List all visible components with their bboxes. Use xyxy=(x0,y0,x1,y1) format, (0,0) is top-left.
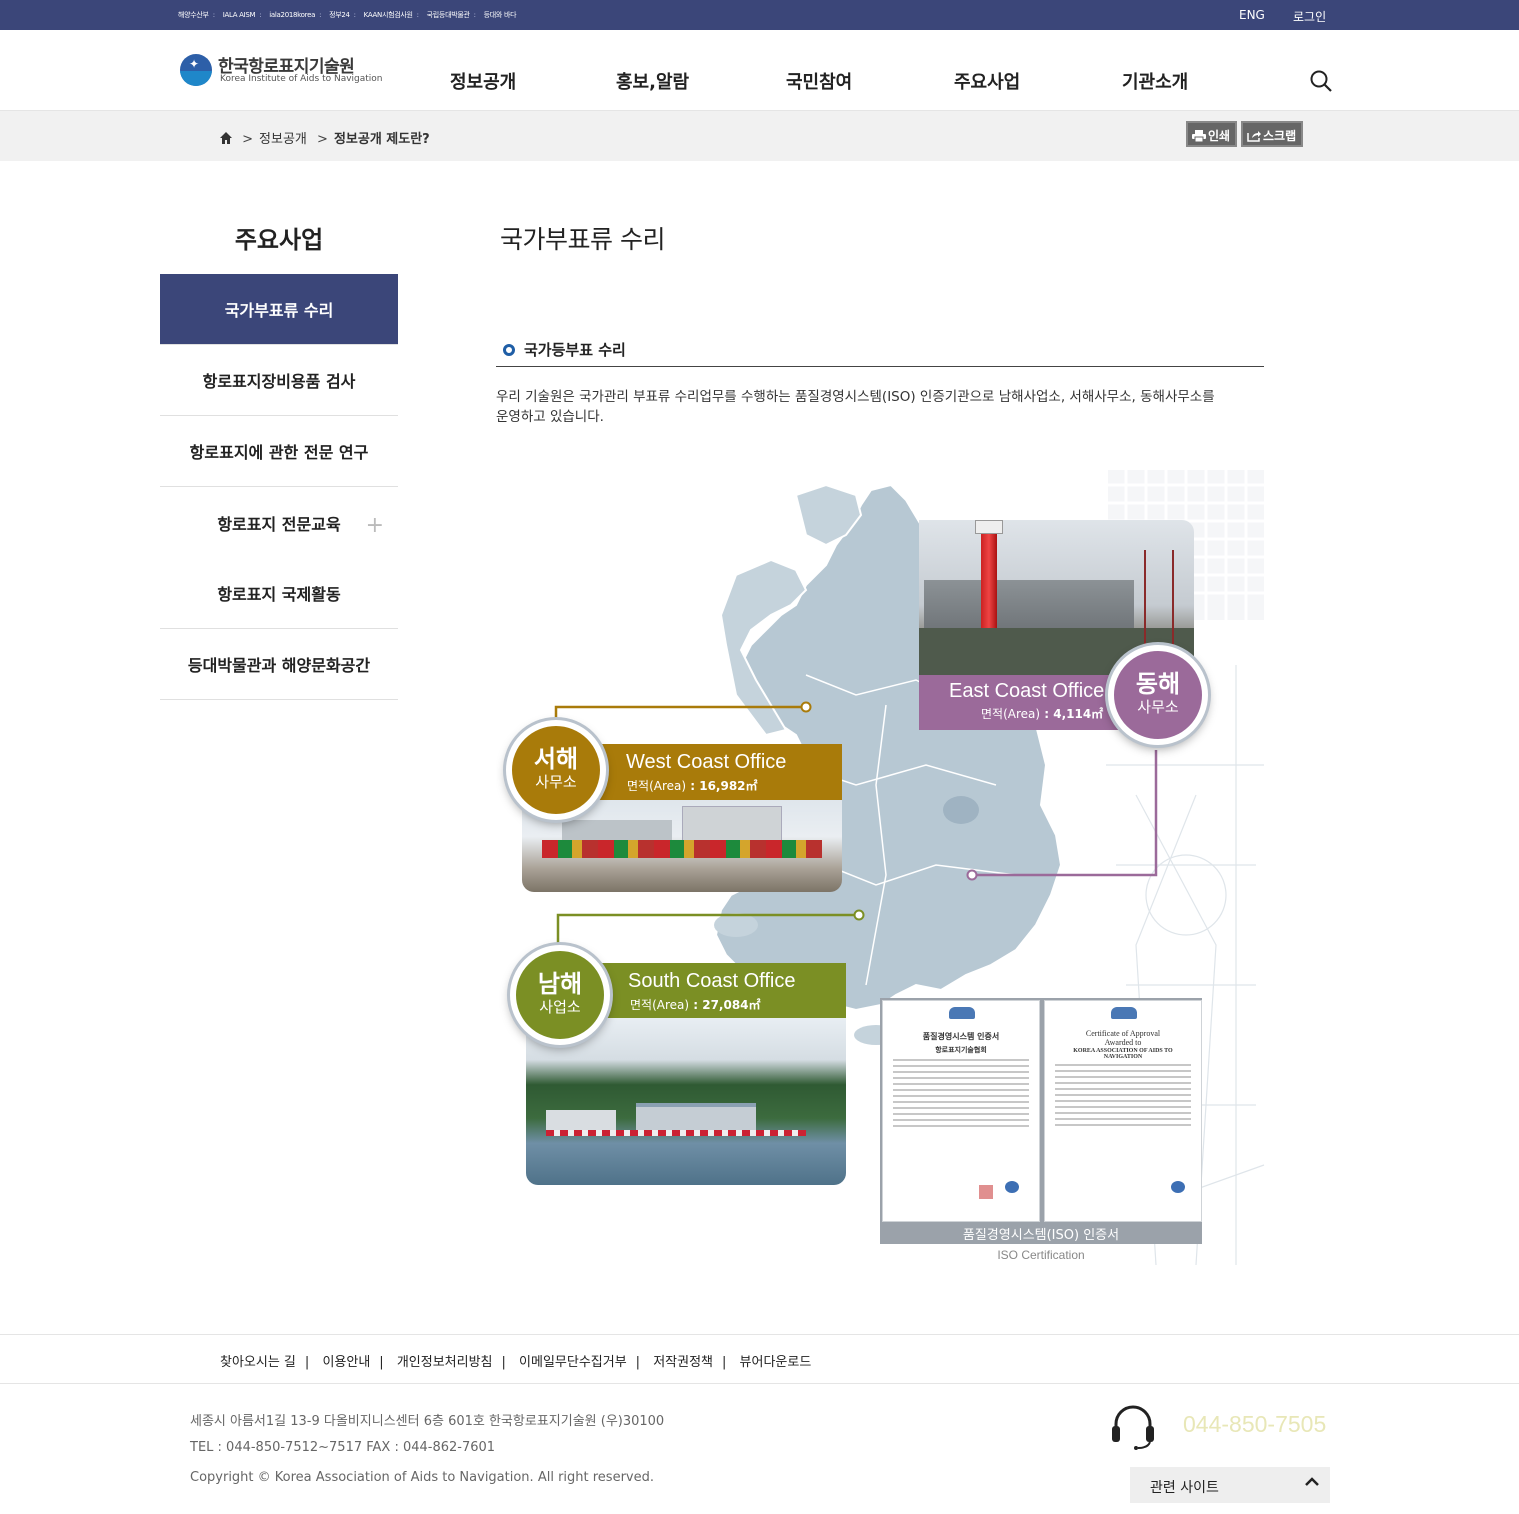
scrap-label: 스크랩 xyxy=(1263,129,1297,143)
family-link[interactable]: iala2018korea xyxy=(269,11,315,19)
footer-copyright: Copyright © Korea Association of Aids to… xyxy=(190,1470,654,1485)
nav-participation[interactable]: 국민참여 xyxy=(786,68,852,94)
sidebar-title: 주요사업 xyxy=(234,226,324,254)
expand-plus-icon[interactable]: + xyxy=(366,513,384,538)
footer-tel: TEL : 044-850-7512~7517 FAX : 044-862-76… xyxy=(190,1440,496,1455)
family-link[interactable]: 등대와 바다 xyxy=(484,11,517,19)
west-office-badge: 서해 사무소 xyxy=(506,720,606,820)
sidebar-item-label: 등대박물관과 해양문화공간 xyxy=(187,656,371,675)
family-link[interactable]: KAAN시험검사원 xyxy=(364,11,413,19)
nav-about[interactable]: 기관소개 xyxy=(1122,68,1188,94)
east-office-badge: 동해 사무소 xyxy=(1108,645,1208,745)
south-office-name: South Coast Office xyxy=(628,970,796,992)
sidebar-item-research[interactable]: 항로표지에 관한 전문 연구 xyxy=(160,416,398,487)
eng-link[interactable]: ENG xyxy=(1239,8,1265,22)
sidebar-item-international[interactable]: 항로표지 국제활동 xyxy=(160,558,398,629)
scrap-button[interactable]: 스크랩 xyxy=(1241,121,1304,147)
south-office-photo xyxy=(526,1018,846,1185)
sidebar-item-label: 항로표지 국제활동 xyxy=(217,585,341,604)
sidebar-menu: 국가부표류 수리 항로표지장비용품 검사 항로표지에 관한 전문 연구 항로표지… xyxy=(160,274,398,700)
login-link[interactable]: 로그인 xyxy=(1293,8,1326,25)
footer-link-privacy[interactable]: 개인정보처리방침 xyxy=(397,1355,493,1370)
footer-link-usage[interactable]: 이용안내 xyxy=(322,1355,370,1370)
sidebar-item-museum[interactable]: 등대박물관과 해양문화공간 xyxy=(160,629,398,700)
south-office-area: 면적(Area) : 27,084㎡ xyxy=(630,998,761,1012)
sidebar-item-label: 항로표지에 관한 전문 연구 xyxy=(189,443,369,462)
share-icon xyxy=(1247,131,1261,142)
iso-certificates: 품질경영시스템 인증서 항로표지기술협회 Certificate of Appr… xyxy=(880,998,1202,1244)
family-link[interactable]: 해양수산부 xyxy=(178,11,209,19)
breadcrumb-current: 정보공개 제도란? xyxy=(333,132,430,147)
page-title: 국가부표류 수리 xyxy=(500,225,665,254)
top-utility-bar: 해양수산부: IALA AISM: iala2018korea: 정부24: K… xyxy=(0,0,1519,30)
printer-icon xyxy=(1192,130,1206,142)
certificate-caption: 품질경영시스템(ISO) 인증서 xyxy=(962,1228,1120,1243)
section-heading: 국가등부표 수리 xyxy=(496,338,1264,367)
sidebar-item-label: 항로표지 전문교육 xyxy=(217,514,341,534)
sidebar-item-inspection[interactable]: 항로표지장비용품 검사 xyxy=(160,345,398,416)
sidebar-item-education[interactable]: 항로표지 전문교육 + xyxy=(160,487,398,558)
footer-link-viewer[interactable]: 뷰어다운로드 xyxy=(740,1355,812,1370)
korean-certificate: 품질경영시스템 인증서 항로표지기술협회 xyxy=(882,1000,1040,1222)
breadcrumb: > 정보공개 > 정보공개 제도란? xyxy=(220,128,430,147)
sidebar-item-label: 항로표지장비용품 검사 xyxy=(202,372,356,391)
nav-promo[interactable]: 홍보,알람 xyxy=(616,68,689,94)
south-office-badge: 남해 사업소 xyxy=(510,945,610,1045)
related-sites-dropdown[interactable]: 관련 사이트 xyxy=(1130,1467,1330,1503)
phone-number[interactable]: 044-850-7505 xyxy=(1183,1411,1326,1438)
breadcrumb-bar: > 정보공개 > 정보공개 제도란? 인쇄 스크랩 xyxy=(0,111,1519,161)
logo-english: Korea Institute of Aids to Navigation xyxy=(220,74,383,84)
print-button[interactable]: 인쇄 xyxy=(1186,121,1238,147)
home-icon[interactable] xyxy=(220,132,232,144)
family-site-links: 해양수산부: IALA AISM: iala2018korea: 정부24: K… xyxy=(178,11,517,19)
family-link[interactable]: 국립등대박물관 xyxy=(427,11,470,19)
west-office-area: 면적(Area) : 16,982㎡ xyxy=(627,779,758,793)
search-icon[interactable] xyxy=(1310,70,1332,92)
nav-business[interactable]: 주요사업 xyxy=(954,68,1020,94)
description-text: 우리 기술원은 국가관리 부표류 수리업무를 수행하는 품질경영시스템(ISO)… xyxy=(496,389,1215,425)
nav-info[interactable]: 정보공개 xyxy=(450,68,516,94)
section-title: 국가등부표 수리 xyxy=(524,341,626,359)
logo-mark-icon: ✦ xyxy=(180,54,212,86)
footer-links-bar: 찾아오시는 길 | 이용안내 | 개인정보처리방침 | 이메일무단수집거부 | 저작권정… xyxy=(0,1334,1519,1384)
footer-link-email-policy[interactable]: 이메일무단수집거부 xyxy=(519,1355,627,1370)
sidebar-item-label: 국가부표류 수리 xyxy=(224,301,334,320)
footer-link-copyright[interactable]: 저작권정책 xyxy=(653,1355,713,1370)
bullet-icon xyxy=(503,344,515,356)
site-logo[interactable]: ✦ 한국항로표지기술원 Korea Institute of Aids to N… xyxy=(180,52,400,92)
family-link[interactable]: 정부24 xyxy=(329,11,350,19)
iso-certification-label: ISO Certification xyxy=(997,1248,1085,1262)
east-office-name: East Coast Office xyxy=(949,680,1105,702)
sidebar-item-buoy-repair[interactable]: 국가부표류 수리 xyxy=(160,274,398,345)
english-certificate: Certificate of Approval Awarded to KOREA … xyxy=(1044,1000,1202,1222)
office-infographic: East Coast Office 면적(Area) : 4,114㎡ 동해 사무… xyxy=(496,465,1266,1287)
family-link[interactable]: IALA AISM xyxy=(223,11,256,19)
breadcrumb-item[interactable]: 정보공개 xyxy=(259,132,307,147)
related-sites-label: 관련 사이트 xyxy=(1150,1480,1219,1496)
print-label: 인쇄 xyxy=(1208,129,1231,143)
footer-address: 세종시 아름서1길 13-9 다올비지니스센터 6층 601호 한국항로표지기술… xyxy=(190,1414,665,1429)
headset-icon xyxy=(1112,1405,1154,1450)
chevron-up-icon xyxy=(1305,1477,1319,1486)
west-office-name: West Coast Office xyxy=(626,751,787,773)
footer-link-directions[interactable]: 찾아오시는 길 xyxy=(220,1355,296,1370)
site-header: ✦ 한국항로표지기술원 Korea Institute of Aids to N… xyxy=(0,30,1519,111)
east-office-area: 면적(Area) : 4,114㎡ xyxy=(981,707,1104,721)
footer-links: 찾아오시는 길 | 이용안내 | 개인정보처리방침 | 이메일무단수집거부 | 저작권정… xyxy=(220,1355,812,1370)
